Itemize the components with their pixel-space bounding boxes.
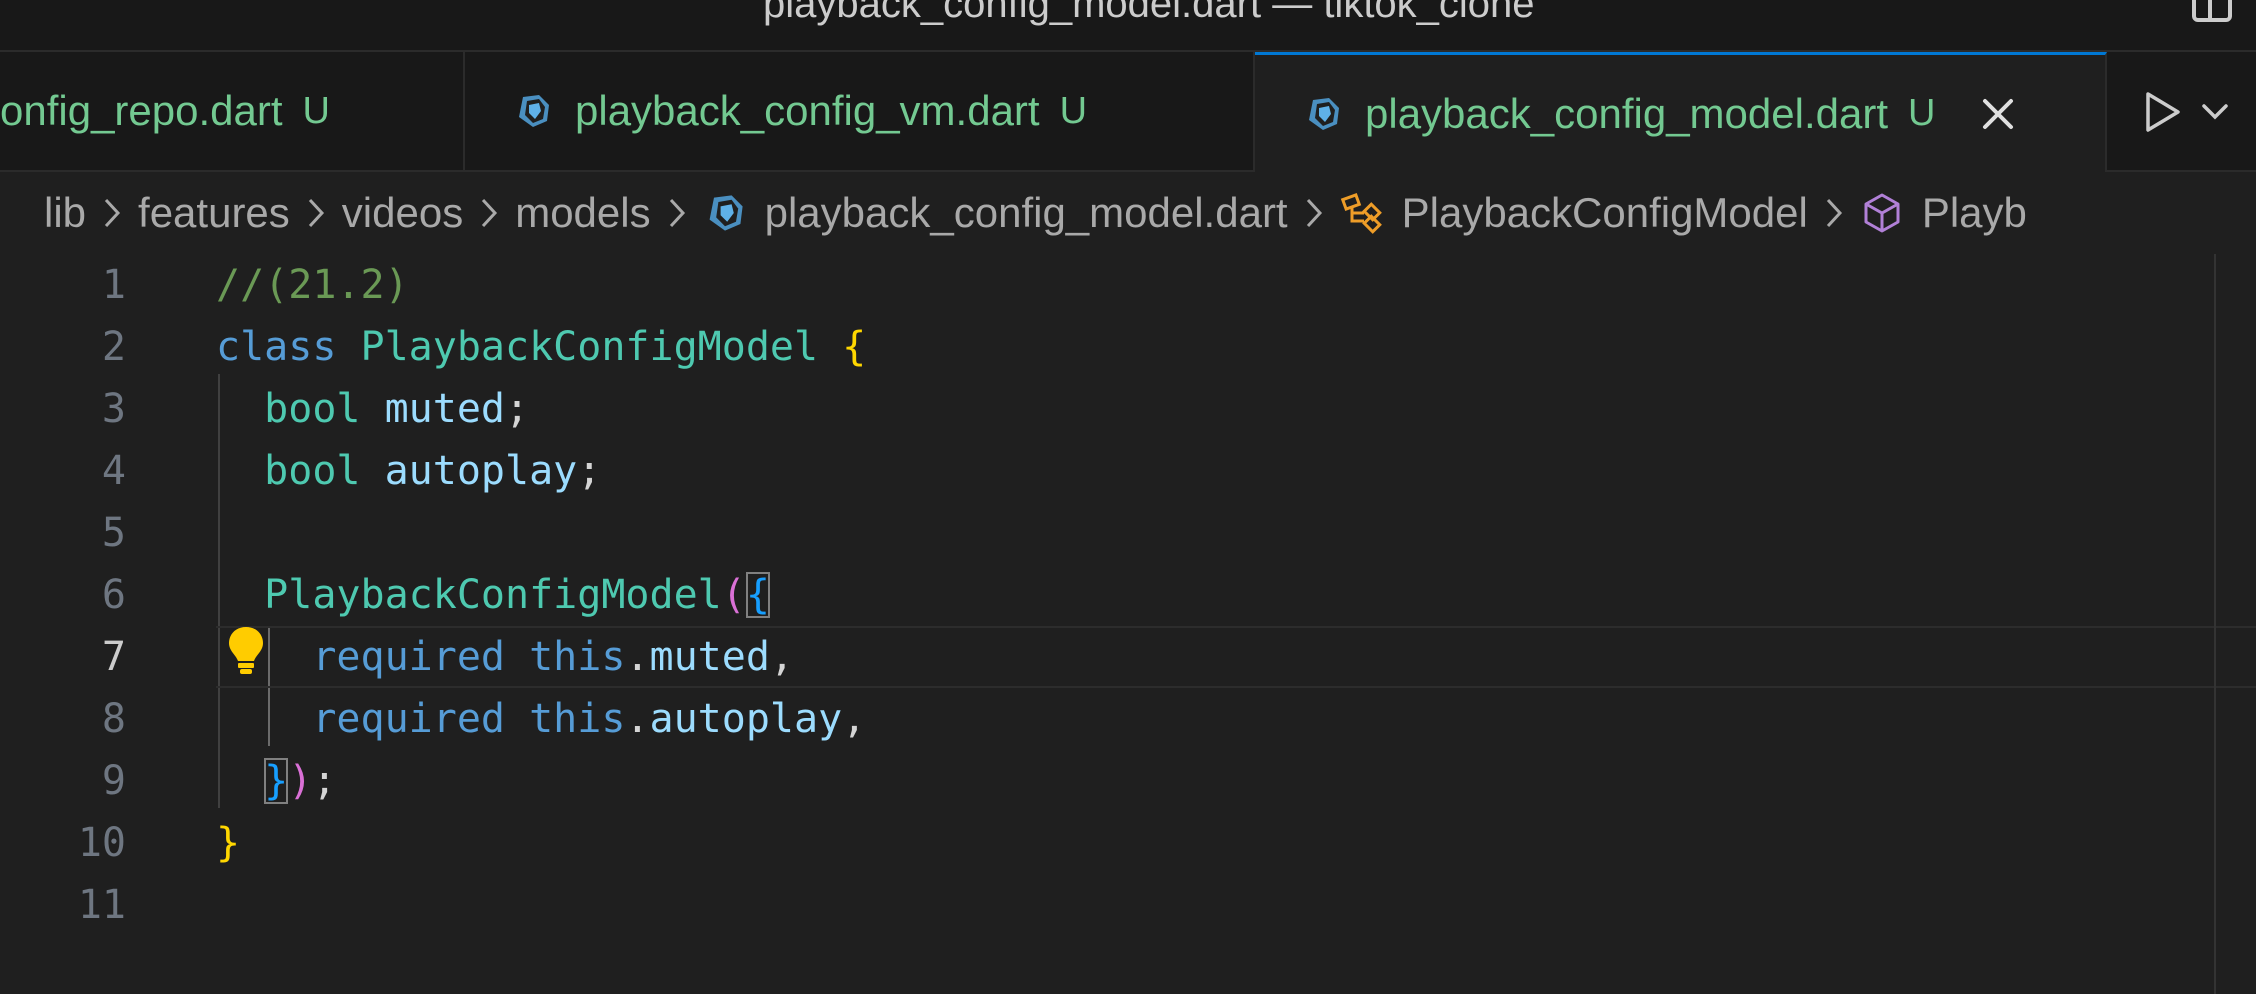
tab-playback-config-vm[interactable]: playback_config_vm.dart U bbox=[465, 52, 1255, 170]
code-text: bool autoplay; bbox=[264, 448, 602, 494]
code-line: 3 bool muted; bbox=[0, 378, 2256, 440]
code-line-current: 7 required this.muted, bbox=[0, 626, 2256, 688]
breadcrumb-item-class[interactable]: PlaybackConfigModel bbox=[1340, 189, 1808, 237]
code-line: 1 //(21.2) bbox=[0, 254, 2256, 316]
tab-label: playback_config_vm.dart bbox=[575, 87, 1040, 134]
line-number: 7 bbox=[101, 634, 126, 680]
tab-config-repo[interactable]: onfig_repo.dart U bbox=[0, 52, 465, 170]
chevron-right-icon bbox=[669, 198, 685, 228]
tab-playback-config-model[interactable]: playback_config_model.dart U bbox=[1255, 52, 2107, 172]
code-text: class PlaybackConfigModel { bbox=[216, 324, 867, 370]
tab-label: playback_config_model.dart bbox=[1365, 89, 1888, 137]
field-symbol-icon bbox=[1864, 193, 1900, 233]
line-number: 3 bbox=[101, 386, 126, 432]
run-icon[interactable] bbox=[2142, 90, 2182, 134]
line-number: 8 bbox=[101, 696, 126, 742]
line-number: 10 bbox=[77, 820, 126, 866]
code-line: 5 bbox=[0, 502, 2256, 564]
untracked-badge: U bbox=[1908, 92, 1936, 134]
line-number: 1 bbox=[101, 262, 126, 308]
toggle-layout-icon[interactable] bbox=[2192, 0, 2232, 22]
breadcrumb: lib features videos models playback_conf… bbox=[0, 172, 2256, 254]
breadcrumb-item-file[interactable]: playback_config_model.dart bbox=[703, 189, 1288, 237]
chevron-right-icon bbox=[1826, 198, 1842, 228]
breadcrumb-label: playback_config_model.dart bbox=[764, 189, 1288, 236]
lightbulb-icon[interactable] bbox=[226, 625, 266, 675]
code-line: 11 bbox=[0, 874, 2256, 936]
code-text: //(21.2) bbox=[216, 254, 409, 316]
breadcrumb-item-field[interactable]: Playb bbox=[1860, 189, 2027, 237]
scrollbar-track[interactable] bbox=[2214, 254, 2216, 994]
code-line: 8 required this.autoplay, bbox=[0, 688, 2256, 750]
line-number: 5 bbox=[101, 510, 126, 556]
breadcrumb-item-models[interactable]: models bbox=[515, 189, 650, 237]
code-text: bool muted; bbox=[264, 386, 530, 432]
chevron-right-icon bbox=[308, 198, 324, 228]
code-text: required this.autoplay, bbox=[312, 696, 867, 742]
line-number: 6 bbox=[101, 572, 126, 618]
code-line: 6 PlaybackConfigModel({ bbox=[0, 564, 2256, 626]
dart-icon bbox=[1309, 97, 1339, 130]
breadcrumb-label: PlaybackConfigModel bbox=[1401, 189, 1808, 236]
code-text: }); bbox=[264, 758, 337, 804]
comment-token: //(21.2) bbox=[216, 262, 409, 308]
breadcrumb-item-lib[interactable]: lib bbox=[44, 189, 86, 237]
line-number: 4 bbox=[101, 448, 126, 494]
dart-icon bbox=[709, 195, 743, 231]
line-number: 11 bbox=[77, 882, 126, 928]
code-text: } bbox=[216, 820, 241, 866]
class-symbol-icon bbox=[1340, 192, 1382, 234]
chevron-down-icon[interactable] bbox=[2200, 100, 2230, 124]
chevron-right-icon bbox=[104, 198, 121, 228]
tab-label: onfig_repo.dart bbox=[0, 87, 283, 134]
line-number: 9 bbox=[101, 758, 126, 804]
untracked-badge: U bbox=[1059, 89, 1088, 132]
chevron-right-icon bbox=[482, 198, 498, 228]
breadcrumb-label: Playb bbox=[1921, 189, 2027, 236]
untracked-badge: U bbox=[302, 89, 330, 132]
editor-tab-bar: onfig_repo.dart U playback_config_vm.dar… bbox=[0, 52, 2256, 172]
chevron-right-icon bbox=[1306, 198, 1322, 228]
code-text: required this.muted, bbox=[312, 634, 795, 680]
code-line: 10 } bbox=[0, 812, 2256, 874]
line-number: 2 bbox=[101, 324, 126, 370]
dart-icon bbox=[519, 95, 549, 127]
breadcrumb-item-videos[interactable]: videos bbox=[342, 189, 463, 237]
code-line: 9 }); bbox=[0, 750, 2256, 812]
code-editor[interactable]: 1 //(21.2) 2 class PlaybackConfigModel {… bbox=[0, 254, 2256, 994]
breadcrumb-item-features[interactable]: features bbox=[138, 189, 290, 237]
close-icon[interactable] bbox=[1981, 97, 2015, 131]
code-line: 4 bool autoplay; bbox=[0, 440, 2256, 502]
code-text: PlaybackConfigModel({ bbox=[264, 572, 770, 618]
title-bar: playback_config_model.dart — tiktok_clon… bbox=[0, 0, 2256, 52]
window-title: playback_config_model.dart — tiktok_clon… bbox=[763, 0, 1535, 26]
code-line: 2 class PlaybackConfigModel { bbox=[0, 316, 2256, 378]
